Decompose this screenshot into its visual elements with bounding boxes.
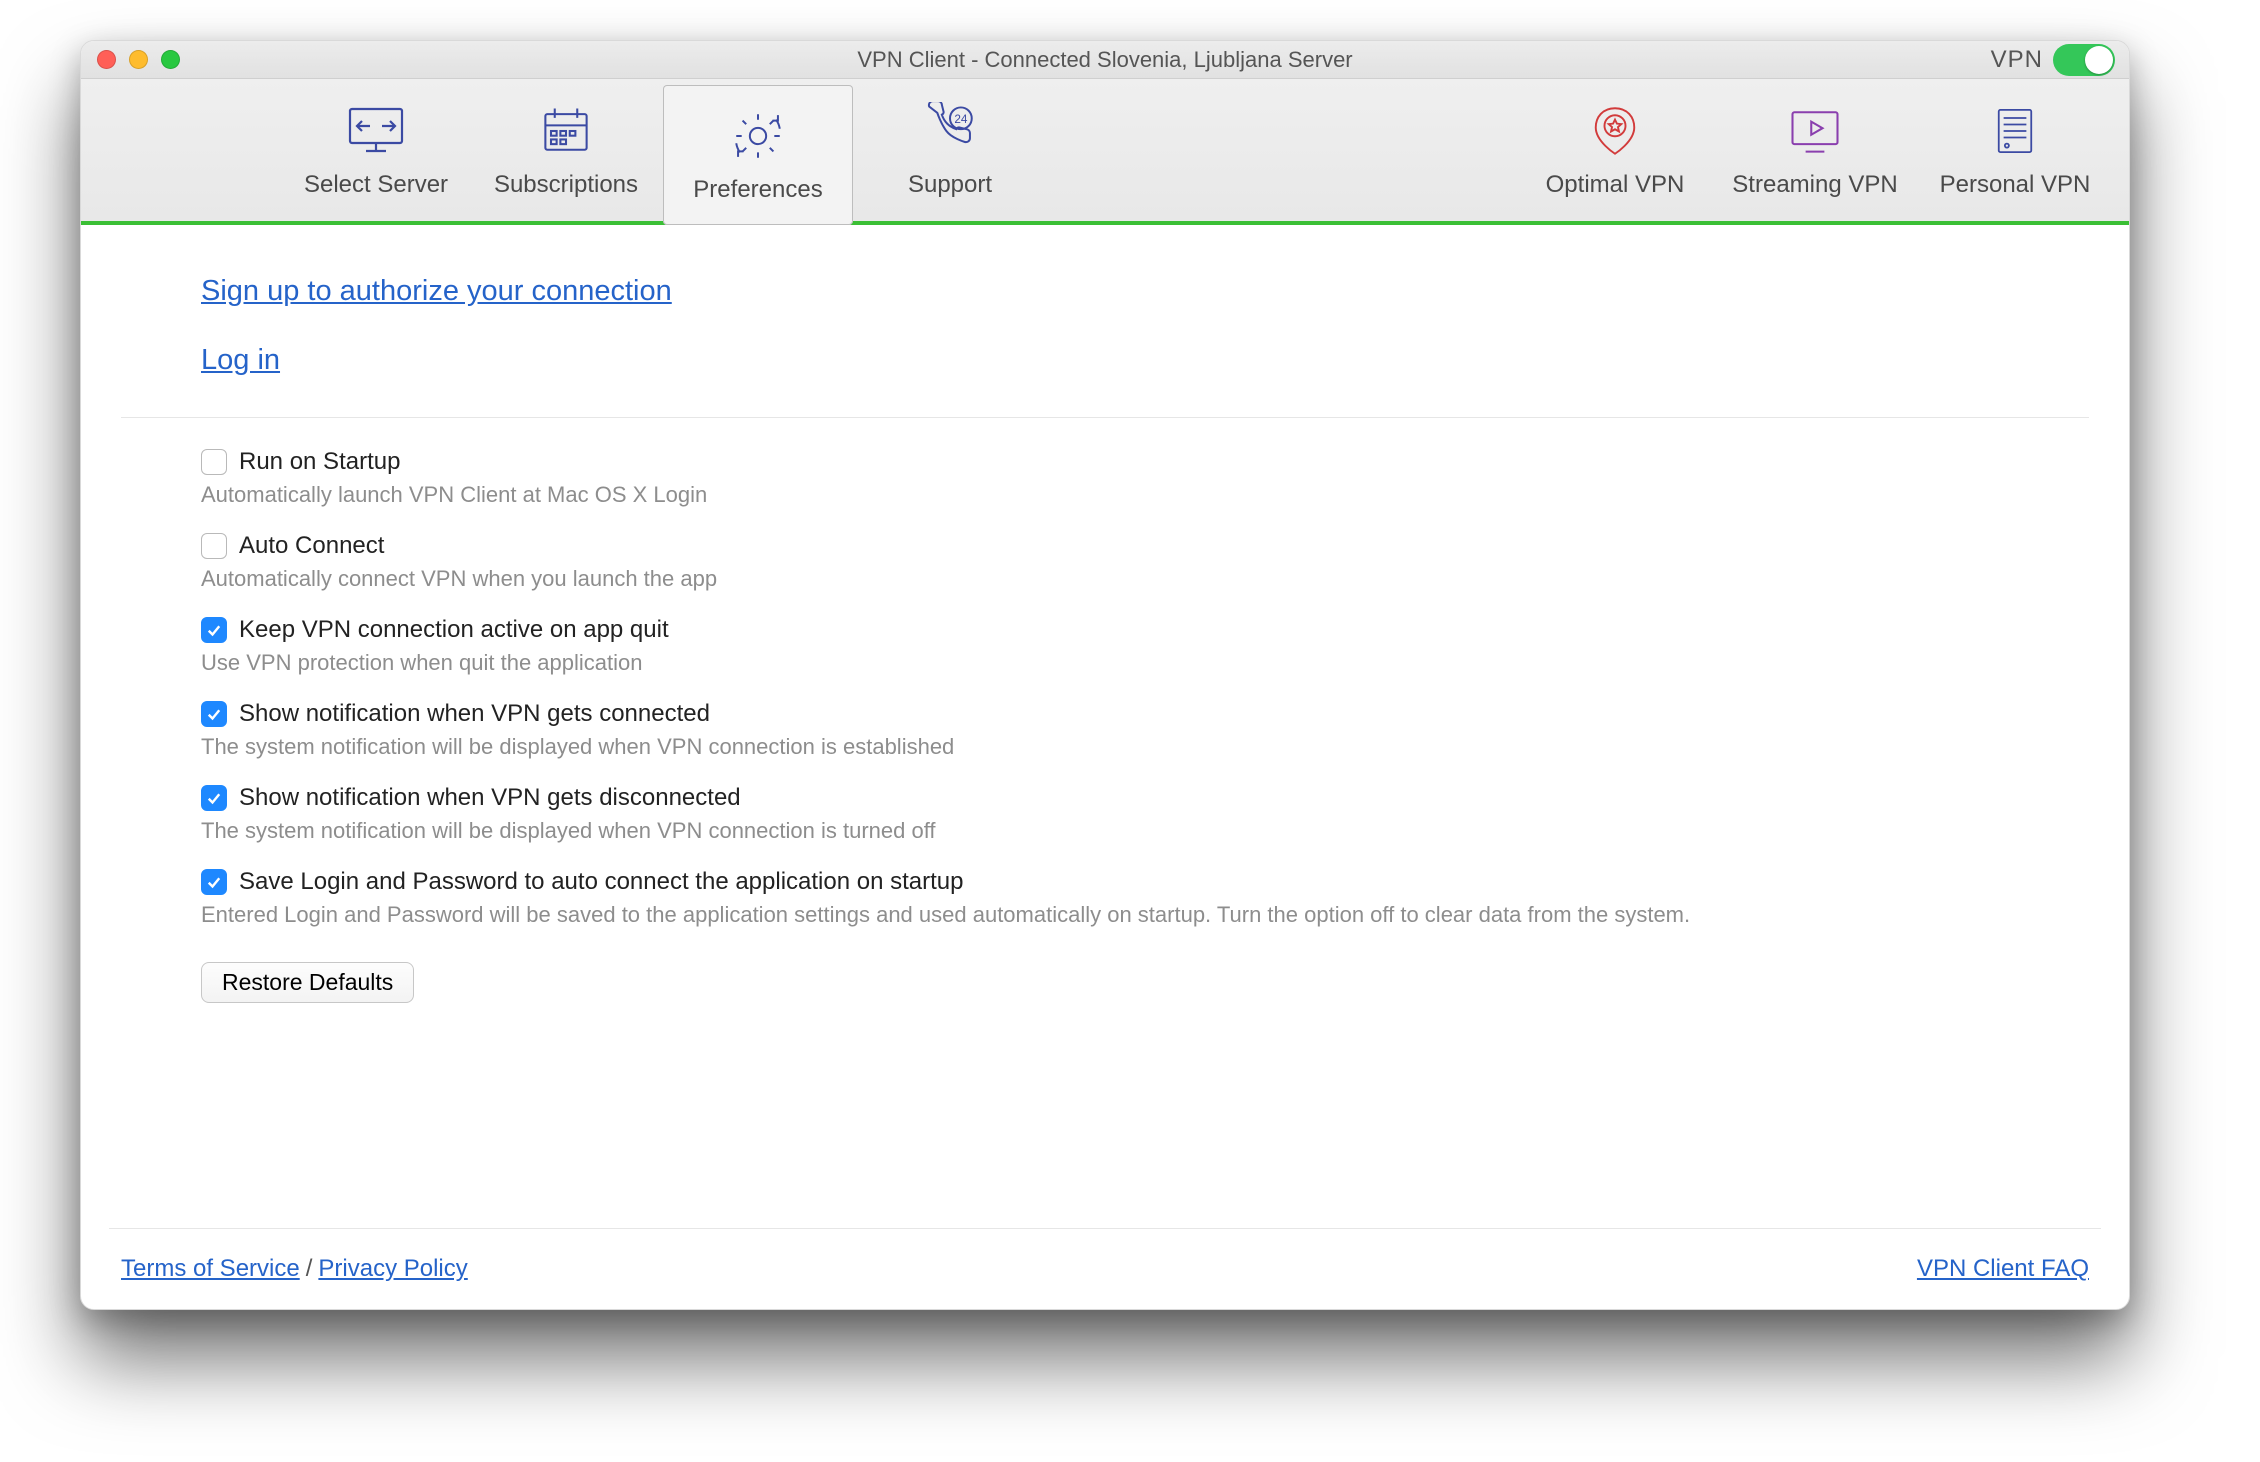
option-description: Automatically connect VPN when you launc… xyxy=(201,566,2009,592)
privacy-policy-link[interactable]: Privacy Policy xyxy=(318,1255,467,1283)
tab-preferences[interactable]: Preferences xyxy=(663,85,853,225)
phone-24-icon: 24 xyxy=(915,101,985,161)
tab-select-server[interactable]: Select Server xyxy=(281,79,471,221)
calendar-icon xyxy=(531,101,601,161)
option-label: Save Login and Password to auto connect … xyxy=(239,868,964,896)
terms-of-service-link[interactable]: Terms of Service xyxy=(121,1255,300,1283)
tab-support[interactable]: 24 Support xyxy=(855,79,1045,221)
option-label: Show notification when VPN gets connecte… xyxy=(239,700,710,728)
option-save-login: Save Login and Password to auto connect … xyxy=(201,868,2009,928)
toolbar-label: Optimal VPN xyxy=(1546,171,1685,199)
toolbar-label: Subscriptions xyxy=(494,171,638,199)
footer: Terms of Service / Privacy Policy VPN Cl… xyxy=(81,1229,2129,1309)
checkbox-notify-connected[interactable] xyxy=(201,701,227,727)
star-pin-icon xyxy=(1580,101,1650,161)
gear-icon xyxy=(723,106,793,166)
zoom-window-button[interactable] xyxy=(161,50,180,69)
vpn-toggle[interactable] xyxy=(2053,44,2115,76)
monitor-arrows-icon xyxy=(341,101,411,161)
option-notify-connected: Show notification when VPN gets connecte… xyxy=(201,700,2009,760)
section-divider xyxy=(121,417,2089,418)
svg-text:24: 24 xyxy=(954,113,968,126)
play-screen-icon xyxy=(1780,101,1850,161)
toolbar: Select Server Subscriptions Preferences … xyxy=(81,79,2129,225)
option-run-on-startup: Run on Startup Automatically launch VPN C… xyxy=(201,448,2009,508)
checkbox-auto-connect[interactable] xyxy=(201,533,227,559)
checkbox-notify-disconnected[interactable] xyxy=(201,785,227,811)
login-link[interactable]: Log in xyxy=(201,344,280,376)
window-title: VPN Client - Connected Slovenia, Ljublja… xyxy=(81,47,2129,73)
tab-subscriptions[interactable]: Subscriptions xyxy=(471,79,661,221)
toolbar-label: Preferences xyxy=(693,176,822,204)
checkbox-keep-active-on-quit[interactable] xyxy=(201,617,227,643)
titlebar: VPN Client - Connected Slovenia, Ljublja… xyxy=(81,41,2129,79)
server-rack-icon xyxy=(1980,101,2050,161)
option-auto-connect: Auto Connect Automatically connect VPN wh… xyxy=(201,532,2009,592)
toolbar-label: Select Server xyxy=(304,171,448,199)
option-label: Run on Startup xyxy=(239,448,400,476)
option-description: Use VPN protection when quit the applica… xyxy=(201,650,2009,676)
signup-link[interactable]: Sign up to authorize your connection xyxy=(201,275,672,307)
tab-streaming-vpn[interactable]: Streaming VPN xyxy=(1715,79,1915,221)
option-description: The system notification will be displaye… xyxy=(201,818,2009,844)
option-description: Entered Login and Password will be saved… xyxy=(201,902,2009,928)
close-window-button[interactable] xyxy=(97,50,116,69)
tab-personal-vpn[interactable]: Personal VPN xyxy=(1915,79,2115,221)
toolbar-label: Personal VPN xyxy=(1940,171,2091,199)
preferences-panel: Sign up to authorize your connection Log… xyxy=(81,225,2129,1003)
option-description: Automatically launch VPN Client at Mac O… xyxy=(201,482,2009,508)
toolbar-label: Streaming VPN xyxy=(1732,171,1897,199)
option-label: Keep VPN connection active on app quit xyxy=(239,616,669,644)
app-window: VPN Client - Connected Slovenia, Ljublja… xyxy=(80,40,2130,1310)
vpn-toggle-label: VPN xyxy=(1991,46,2043,74)
restore-defaults-button[interactable]: Restore Defaults xyxy=(201,962,414,1003)
option-description: The system notification will be displaye… xyxy=(201,734,2009,760)
faq-link[interactable]: VPN Client FAQ xyxy=(1917,1255,2089,1283)
tab-optimal-vpn[interactable]: Optimal VPN xyxy=(1515,79,1715,221)
window-controls xyxy=(97,50,180,69)
option-notify-disconnected: Show notification when VPN gets disconne… xyxy=(201,784,2009,844)
minimize-window-button[interactable] xyxy=(129,50,148,69)
option-label: Auto Connect xyxy=(239,532,384,560)
option-label: Show notification when VPN gets disconne… xyxy=(239,784,741,812)
toolbar-label: Support xyxy=(908,171,992,199)
checkbox-run-on-startup[interactable] xyxy=(201,449,227,475)
option-keep-active-on-quit: Keep VPN connection active on app quit Us… xyxy=(201,616,2009,676)
footer-separator: / xyxy=(306,1255,313,1283)
checkbox-save-login[interactable] xyxy=(201,869,227,895)
